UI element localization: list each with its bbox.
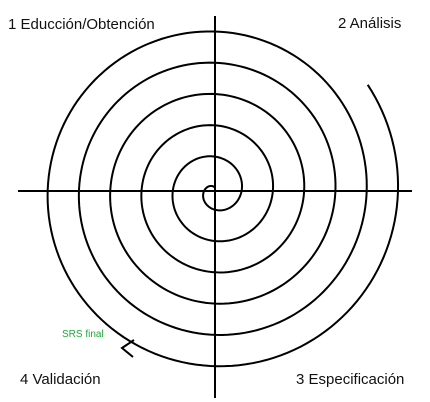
output-label-srs: SRS final xyxy=(62,329,104,340)
spiral-path xyxy=(46,30,400,368)
phase-label-specification: 3 Especificación xyxy=(296,371,405,388)
phase-label-validation: 4 Validación xyxy=(20,371,101,388)
phase-label-elicitation: 1 Educción/Obtención xyxy=(8,16,155,33)
spiral-canvas xyxy=(18,16,412,398)
phase-label-analysis: 2 Análisis xyxy=(338,15,402,32)
spiral-diagram: 1 Educción/Obtención 2 Análisis 4 Valida… xyxy=(0,0,430,402)
